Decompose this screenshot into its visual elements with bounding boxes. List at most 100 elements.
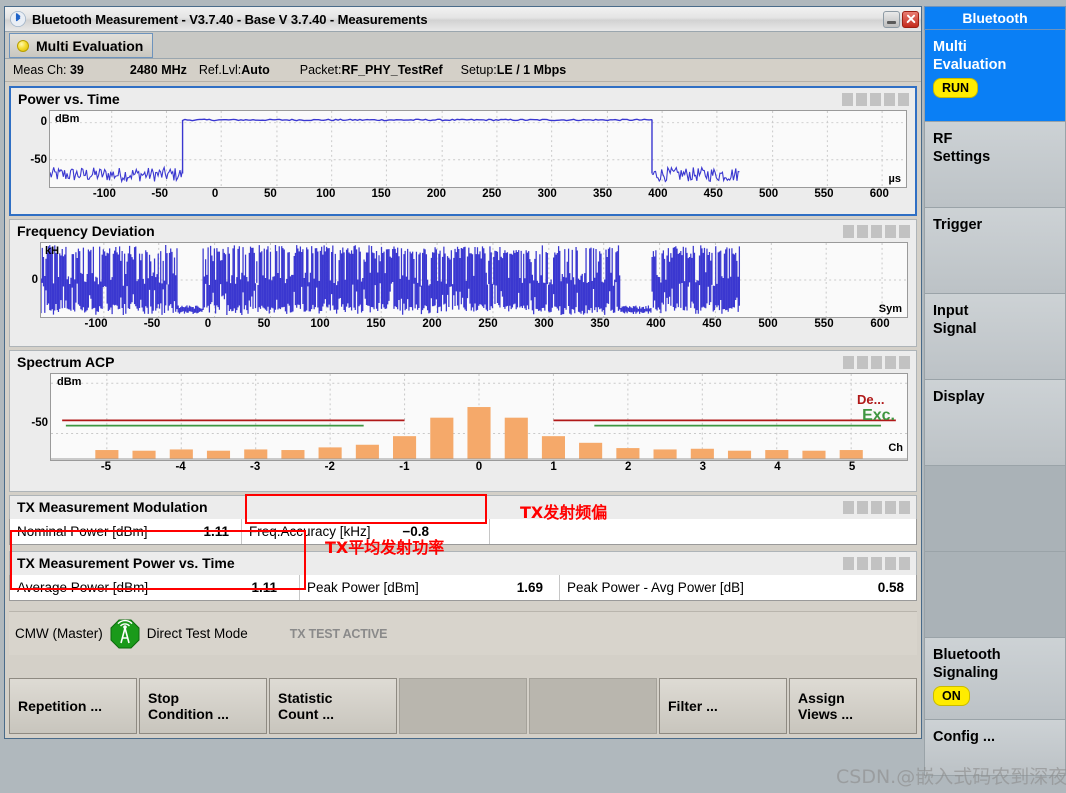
power-vs-time-title: Power vs. Time (18, 91, 120, 107)
softkey-assign-views[interactable]: Assign Views ... (789, 678, 917, 734)
x-tick-550: 550 (814, 318, 834, 330)
x-tick-50: 50 (257, 318, 271, 330)
menu-item-multi-evaluation[interactable]: Multi Evaluation RUN (924, 30, 1066, 122)
menu-item-trigger[interactable]: Trigger (924, 208, 1066, 294)
panel-power-vs-time[interactable]: Power vs. Time 0 -50 dBm µs -100 -50 0 5… (9, 86, 917, 216)
x-tick-200: 200 (426, 188, 447, 200)
peak-power-label: Peak Power [dBm] (307, 580, 419, 595)
x-tick-150: 150 (366, 318, 386, 330)
peak-minus-avg-label: Peak Power - Avg Power [dB] (567, 580, 744, 595)
softkey-repetition[interactable]: Repetition ... (9, 678, 137, 734)
menu-item-display[interactable]: Display (924, 380, 1066, 466)
status-blocks-frequency-deviation (843, 224, 910, 238)
spectrum-acp-bars (51, 374, 907, 460)
acp-bar (318, 447, 342, 460)
acp-bar (765, 450, 789, 460)
test-mode-label: Direct Test Mode (146, 626, 248, 641)
x-tick-200: 200 (422, 318, 442, 330)
acp-bar (169, 449, 193, 460)
peak-power-value: 1.69 (516, 580, 543, 595)
acp-bar (579, 442, 603, 460)
x-tick-neg1: -1 (399, 461, 410, 473)
frequency-value: 2480 (129, 63, 158, 77)
x-tick-600: 600 (869, 188, 889, 200)
menu-item-rf-settings[interactable]: RF Settings (924, 122, 1066, 208)
antenna-transmitter-icon (110, 619, 140, 649)
frequency-deviation-chart[interactable]: kH Sym (40, 242, 908, 318)
menu-item-blank-5 (924, 466, 1066, 552)
menu-item-bluetooth-signaling[interactable]: Bluetooth Signaling ON (924, 638, 1066, 720)
close-icon[interactable] (902, 10, 919, 28)
y-tick-0: 0 (40, 115, 47, 128)
tx-pvt-results: Average Power [dBm] 1.11 Peak Power [dBm… (9, 575, 917, 601)
menu-item-blank-6 (924, 552, 1066, 638)
acp-bar (467, 407, 491, 460)
measurement-info-line: Meas Ch: 39 2480 MHz Ref.Lvl: Auto Packe… (5, 59, 921, 82)
frequency-info: 2480 MHz (130, 63, 187, 77)
status-blocks-power-vs-time (842, 92, 909, 106)
measurement-content: Power vs. Time 0 -50 dBm µs -100 -50 0 5… (5, 83, 921, 738)
application-root: Bluetooth Measurement - V3.7.40 - Base V… (0, 0, 1066, 793)
softkey-label: Filter ... (668, 698, 718, 714)
x-tick-550: 550 (814, 188, 834, 200)
x-tick-300: 300 (537, 188, 557, 200)
spectrum-acp-plot-area: -50 dBm Ch De... Exc. -5 -4 -3 -2 -1 0 1 2 3 4 5 (10, 373, 916, 480)
x-tick-400: 400 (648, 188, 668, 200)
menu-item-label: Bluetooth Signaling (933, 647, 1001, 681)
nominal-power-cell[interactable]: Nominal Power [dBm] 1.11 (10, 519, 242, 544)
acp-bar (355, 444, 379, 460)
x-tick-neg100: -100 (92, 188, 116, 200)
x-tick-600: 600 (870, 318, 890, 330)
x-tick-3: 3 (699, 461, 707, 473)
nominal-power-value: 1.11 (203, 524, 229, 539)
menu-item-label: Multi Evaluation (933, 39, 1007, 73)
menu-item-badge: RUN (933, 78, 979, 98)
x-tick-400: 400 (646, 318, 666, 330)
device-status-bar: CMW (Master) Direct Test Mode TX TEST AC… (9, 611, 917, 655)
status-blocks-tx-modulation (843, 500, 910, 514)
peak-minus-avg-cell[interactable]: Peak Power - Avg Power [dB] 0.58 (560, 575, 916, 600)
acp-bar (95, 450, 119, 460)
x-tick-2: 2 (625, 461, 632, 473)
softkey-label: Assign Views ... (798, 690, 853, 722)
softkey-empty-3 (399, 678, 527, 734)
annotation-text-freq-accuracy: TX发射频偏 (520, 503, 608, 522)
spectrum-acp-chart[interactable]: dBm Ch De... Exc. (50, 373, 908, 461)
power-vs-time-x-unit: µs (888, 173, 901, 185)
panel-tx-power-vs-time[interactable]: TX Measurement Power vs. Time (9, 551, 917, 575)
power-vs-time-header: Power vs. Time (11, 88, 915, 110)
average-power-value: 1.11 (251, 580, 277, 595)
peak-power-cell[interactable]: Peak Power [dBm] 1.69 (300, 575, 560, 600)
x-tick-100: 100 (316, 188, 336, 200)
status-blocks-tx-pvt (843, 556, 910, 570)
acp-bar (690, 448, 714, 460)
nominal-power-label: Nominal Power [dBm] (17, 524, 148, 539)
power-vs-time-chart[interactable]: dBm µs (49, 110, 907, 188)
panel-spectrum-acp[interactable]: Spectrum ACP -50 dBm Ch De... Exc. -5 -4… (9, 350, 917, 492)
x-tick-350: 350 (590, 318, 610, 330)
frequency-deviation-header: Frequency Deviation (10, 220, 916, 242)
packet-info: Packet: RF_PHY_TestRef (300, 63, 443, 77)
average-power-cell[interactable]: Average Power [dBm] 1.11 (10, 575, 300, 600)
menu-item-config[interactable]: Config ... (924, 720, 1066, 776)
menu-item-label: Input Signal (933, 303, 977, 337)
x-tick-350: 350 (592, 188, 613, 200)
softkey-filter[interactable]: Filter ... (659, 678, 787, 734)
x-tick-0: 0 (475, 461, 483, 473)
ref-level-info: Ref.Lvl: Auto (199, 63, 270, 77)
softkey-statistic-count[interactable]: Statistic Count ... (269, 678, 397, 734)
menu-item-input-signal[interactable]: Input Signal (924, 294, 1066, 380)
setup-label: Setup: (460, 63, 497, 77)
panel-frequency-deviation[interactable]: Frequency Deviation 0 kH Sym -100 -50 0 … (9, 219, 917, 347)
power-vs-time-y-axis: 0 -50 (19, 110, 49, 188)
menu-item-badge: ON (933, 686, 970, 706)
acp-bar (206, 450, 231, 460)
minimize-icon[interactable] (883, 10, 900, 28)
softkey-stop-condition[interactable]: Stop Condition ... (139, 678, 267, 734)
tab-multi-evaluation[interactable]: Multi Evaluation (9, 33, 154, 58)
packet-label: Packet: (299, 63, 342, 77)
frequency-deviation-x-unit: Sym (878, 303, 902, 315)
menu-item-label: Config ... (933, 729, 996, 745)
x-tick-300: 300 (534, 318, 554, 330)
panel-tx-modulation[interactable]: TX Measurement Modulation (9, 495, 917, 519)
